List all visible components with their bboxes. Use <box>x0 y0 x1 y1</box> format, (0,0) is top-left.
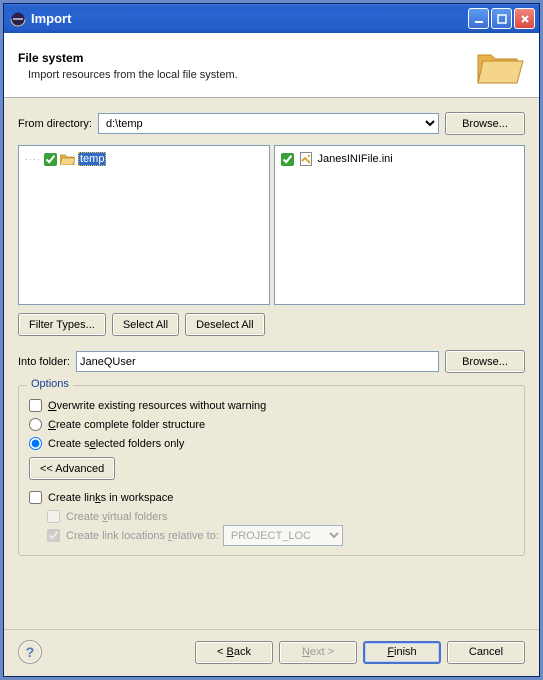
window-title: Import <box>31 11 468 26</box>
cancel-button[interactable]: Cancel <box>447 641 525 664</box>
overwrite-checkbox[interactable] <box>29 399 42 412</box>
create-complete-label[interactable]: Create complete folder structure <box>48 419 205 431</box>
create-selected-label[interactable]: Create selected folders only <box>48 438 184 450</box>
banner-description: Import resources from the local file sys… <box>28 69 475 81</box>
eclipse-icon <box>10 11 26 27</box>
tree-checkbox[interactable] <box>44 153 57 166</box>
create-links-checkbox[interactable] <box>29 491 42 504</box>
create-complete-radio[interactable] <box>29 418 42 431</box>
file-item-label: JanesINIFile.ini <box>318 153 393 165</box>
link-relative-checkbox <box>47 529 60 542</box>
file-list-pane[interactable]: JanesINIFile.ini <box>274 145 526 305</box>
link-relative-label: Create link locations relative to: <box>66 530 219 542</box>
folder-open-icon <box>475 45 525 87</box>
next-button: Next > <box>279 641 357 664</box>
help-button[interactable]: ? <box>18 640 42 664</box>
from-directory-combo[interactable]: d:\temp <box>98 113 439 134</box>
file-item[interactable]: JanesINIFile.ini <box>281 150 519 168</box>
import-dialog: Import File system Import resources from… <box>3 3 540 677</box>
overwrite-label[interactable]: Overwrite existing resources without war… <box>48 400 266 412</box>
filter-types-button[interactable]: Filter Types... <box>18 313 106 336</box>
create-selected-radio[interactable] <box>29 437 42 450</box>
ini-file-icon <box>298 151 314 167</box>
finish-button[interactable]: Finish <box>363 641 441 664</box>
create-virtual-label: Create virtual folders <box>66 511 168 523</box>
folder-icon <box>60 153 75 165</box>
back-button[interactable]: < Back <box>195 641 273 664</box>
minimize-button[interactable] <box>468 8 489 29</box>
browse-from-button[interactable]: Browse... <box>445 112 525 135</box>
overwrite-rest: verwrite existing resources without warn… <box>57 400 267 412</box>
tree-item-label[interactable]: temp <box>78 152 106 166</box>
close-button[interactable] <box>514 8 535 29</box>
dialog-footer: ? < Back Next > Finish Cancel <box>4 629 539 676</box>
options-legend: Options <box>27 378 73 390</box>
advanced-button[interactable]: << Advanced <box>29 457 115 480</box>
browse-into-button[interactable]: Browse... <box>445 350 525 373</box>
into-folder-input[interactable] <box>76 351 439 372</box>
tree-item[interactable]: ···· temp <box>25 150 263 168</box>
link-relative-combo: PROJECT_LOC <box>223 525 343 546</box>
titlebar[interactable]: Import <box>4 4 539 33</box>
file-checkbox[interactable] <box>281 153 294 166</box>
create-links-label[interactable]: Create links in workspace <box>48 492 173 504</box>
options-group: Options Overwrite existing resources wit… <box>18 385 525 556</box>
folder-tree-pane[interactable]: ···· temp <box>18 145 270 305</box>
deselect-all-button[interactable]: Deselect All <box>185 313 264 336</box>
banner-heading: File system <box>18 51 475 65</box>
tree-connector-icon: ···· <box>25 154 41 164</box>
create-virtual-checkbox <box>47 510 60 523</box>
wizard-banner: File system Import resources from the lo… <box>4 33 539 98</box>
into-folder-label: Into folder: <box>18 356 70 368</box>
select-all-button[interactable]: Select All <box>112 313 179 336</box>
from-directory-label: From directory: <box>18 118 92 130</box>
maximize-button[interactable] <box>491 8 512 29</box>
